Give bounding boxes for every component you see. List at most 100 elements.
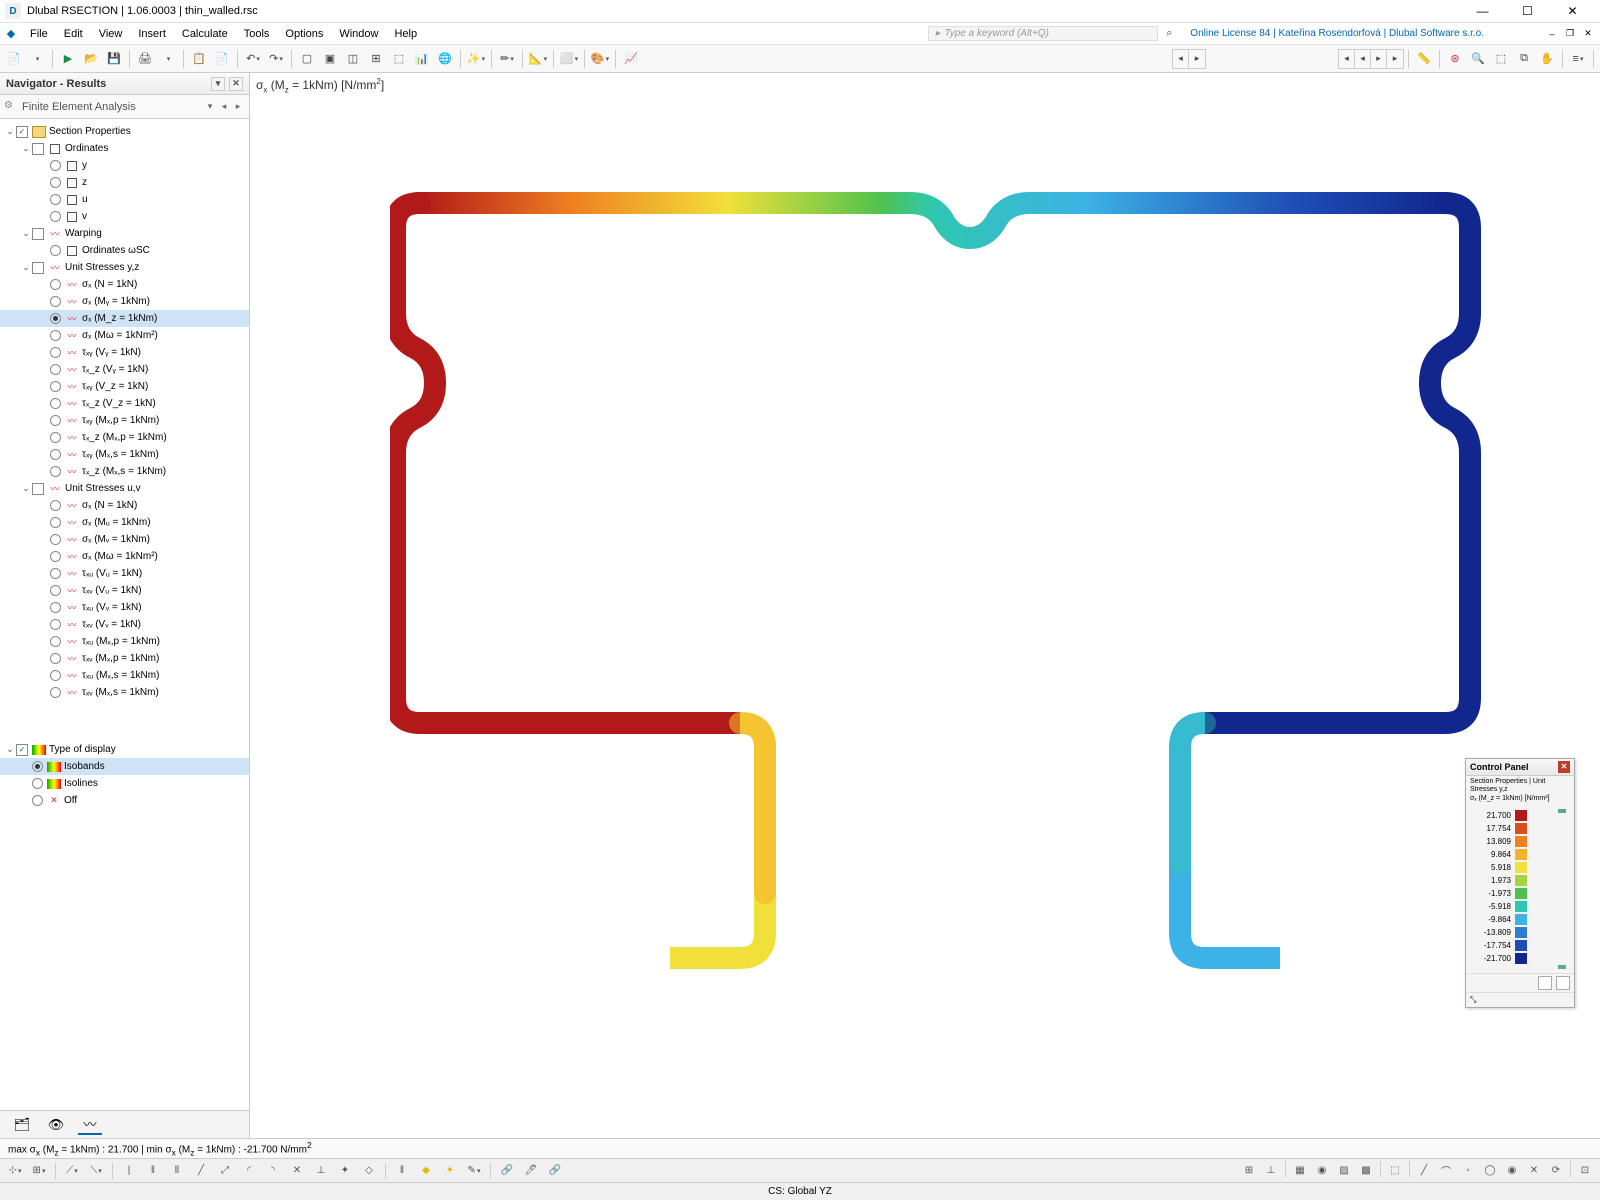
radio[interactable] — [50, 296, 61, 307]
radio[interactable] — [50, 568, 61, 579]
sb-edit[interactable]: ✎ — [463, 1161, 485, 1181]
zoom-select[interactable]: ⧉ — [1513, 48, 1535, 70]
tree-item-stress-uv[interactable]: ·〰τₓᵥ (Mₓ,p = 1kNm) — [0, 650, 249, 667]
radio[interactable] — [50, 381, 61, 392]
tree-item-ordinate[interactable]: ·z — [0, 174, 249, 191]
print-dropdown[interactable] — [157, 48, 179, 70]
sb-r12[interactable]: ◉ — [1501, 1161, 1523, 1181]
checkbox[interactable] — [32, 483, 44, 495]
radio[interactable] — [50, 619, 61, 630]
keyword-icon[interactable]: ⌕ — [1158, 23, 1180, 45]
mdi-close[interactable]: ✕ — [1580, 26, 1596, 42]
checkbox[interactable] — [32, 228, 44, 240]
layer-button[interactable]: ≡ — [1567, 48, 1589, 70]
paste-button[interactable]: 📄 — [211, 48, 233, 70]
radio[interactable] — [50, 551, 61, 562]
radio[interactable] — [50, 687, 61, 698]
radio[interactable] — [50, 466, 61, 477]
radio[interactable] — [50, 449, 61, 460]
menu-insert[interactable]: Insert — [130, 26, 174, 42]
radio[interactable] — [50, 534, 61, 545]
pan-button[interactable]: ✋ — [1536, 48, 1558, 70]
sb-line2[interactable]: ⟍ — [85, 1161, 107, 1181]
zoom-button[interactable]: 🔍 — [1467, 48, 1489, 70]
radio[interactable] — [50, 313, 61, 324]
radio[interactable] — [32, 761, 43, 772]
radio[interactable] — [50, 279, 61, 290]
tool-4[interactable]: ⬜ — [558, 48, 580, 70]
radio[interactable] — [50, 160, 61, 171]
tree-item-stress-uv[interactable]: ·〰σₓ (N = 1kN) — [0, 497, 249, 514]
menu-calculate[interactable]: Calculate — [174, 26, 236, 42]
dlubal-icon[interactable]: ◆ — [0, 23, 22, 45]
view-1[interactable]: ▢ — [296, 48, 318, 70]
nav-first-1[interactable]: ◂ — [1173, 50, 1189, 68]
radio[interactable] — [32, 795, 43, 806]
new-button[interactable]: 📄 — [3, 48, 25, 70]
tree-item-stress-uv[interactable]: ·〰τₓᵤ (Vᵥ = 1kN) — [0, 599, 249, 616]
tree-item-stress-uv[interactable]: ·〰τₓᵥ (Mₓ,s = 1kNm) — [0, 684, 249, 701]
sb-r8[interactable]: ╱ — [1413, 1161, 1435, 1181]
nav-last-2[interactable]: ▸ — [1387, 50, 1403, 68]
menu-edit[interactable]: Edit — [56, 26, 91, 42]
dd-prev[interactable]: ◂ — [217, 101, 231, 112]
tree-item-warping[interactable]: ⌄ 〰 Warping — [0, 225, 249, 242]
checkbox[interactable] — [32, 262, 44, 274]
sb-r9[interactable]: ⌒ — [1435, 1161, 1457, 1181]
sb-star[interactable]: ✦ — [334, 1161, 356, 1181]
sb-v3[interactable]: ⦀ — [166, 1161, 188, 1181]
results-button[interactable]: 📈 — [620, 48, 642, 70]
tab-results[interactable]: 〰 — [78, 1115, 102, 1135]
tree-item-unit-uv[interactable]: ⌄ 〰 Unit Stresses u,v — [0, 480, 249, 497]
sb-v2[interactable]: ‖ — [142, 1161, 164, 1181]
control-panel[interactable]: Control Panel ✕ Section Properties | Uni… — [1465, 758, 1575, 1008]
sb-link1[interactable]: 🔗 — [496, 1161, 518, 1181]
maximize-button[interactable]: ☐ — [1505, 0, 1550, 22]
tree-item-stress-uv[interactable]: ·〰σₓ (Mᵥ = 1kNm) — [0, 531, 249, 548]
nav-pin-button[interactable]: ▾ — [211, 77, 225, 91]
menu-view[interactable]: View — [91, 26, 131, 42]
tree-item-stress-yz[interactable]: ·〰σₓ (Mω = 1kNm²) — [0, 327, 249, 344]
find-button[interactable]: ⊛ — [1444, 48, 1466, 70]
sb-v1[interactable]: | — [118, 1161, 140, 1181]
tree-item-stress-uv[interactable]: ·〰τₓᵤ (Vᵤ = 1kN) — [0, 565, 249, 582]
cp-settings-icon[interactable] — [1556, 976, 1570, 990]
tree-item-ordinate[interactable]: ·u — [0, 191, 249, 208]
tree-item-stress-yz[interactable]: ·〰τₓ_z (Vᵧ = 1kN) — [0, 361, 249, 378]
globe-button[interactable]: 🌐 — [434, 48, 456, 70]
mdi-minimize[interactable]: – — [1544, 26, 1560, 42]
tree-item-stress-yz[interactable]: ·〰σₓ (Mᵧ = 1kNm) — [0, 293, 249, 310]
save-button[interactable]: 💾 — [103, 48, 125, 70]
nav-first-2[interactable]: ◂ — [1339, 50, 1355, 68]
sb-link3[interactable]: 🔗 — [544, 1161, 566, 1181]
tree-item-ordinate[interactable]: ·v — [0, 208, 249, 225]
nav-prev-2[interactable]: ◂ — [1355, 50, 1371, 68]
tree-item-section-properties[interactable]: ⌄ ✓ Section Properties — [0, 123, 249, 140]
view-2[interactable]: ▣ — [319, 48, 341, 70]
calc-button[interactable]: ▶ — [57, 48, 79, 70]
redo-button[interactable]: ↷ — [265, 48, 287, 70]
checkbox[interactable] — [32, 143, 44, 155]
sb-link2[interactable]: 🖊 — [520, 1161, 542, 1181]
sb-r2[interactable]: ⊥ — [1260, 1161, 1282, 1181]
tree-item-stress-uv[interactable]: ·〰τₓᵥ (Vᵤ = 1kN) — [0, 582, 249, 599]
mdi-restore[interactable]: ❐ — [1562, 26, 1578, 42]
menu-help[interactable]: Help — [386, 26, 425, 42]
checkbox[interactable]: ✓ — [16, 126, 28, 138]
scale-slider[interactable] — [1552, 809, 1570, 969]
tree-item-stress-yz[interactable]: ·〰τₓᵧ (Mₓ,s = 1kNm) — [0, 446, 249, 463]
tree-item-stress-yz[interactable]: ·〰σₓ (N = 1kN) — [0, 276, 249, 293]
toggle-icon[interactable]: ⌄ — [4, 126, 16, 137]
menu-options[interactable]: Options — [277, 26, 331, 42]
dd-next[interactable]: ▸ — [231, 101, 245, 112]
tree-item-stress-yz[interactable]: ·〰τₓᵧ (Vᵧ = 1kN) — [0, 344, 249, 361]
sb-d1[interactable]: ╱ — [190, 1161, 212, 1181]
tool-2[interactable]: ✏ — [496, 48, 518, 70]
sb-cross[interactable]: ✕ — [286, 1161, 308, 1181]
toggle-icon[interactable]: ⌄ — [4, 744, 16, 755]
tree-item-ord-wsc[interactable]: · Ordinates ωSC — [0, 242, 249, 259]
radio[interactable] — [50, 364, 61, 375]
control-panel-header[interactable]: Control Panel ✕ — [1466, 759, 1574, 776]
tree-item-stress-yz[interactable]: ·〰τₓᵧ (Mₓ,p = 1kNm) — [0, 412, 249, 429]
sb-line1[interactable]: ⟋ — [61, 1161, 83, 1181]
